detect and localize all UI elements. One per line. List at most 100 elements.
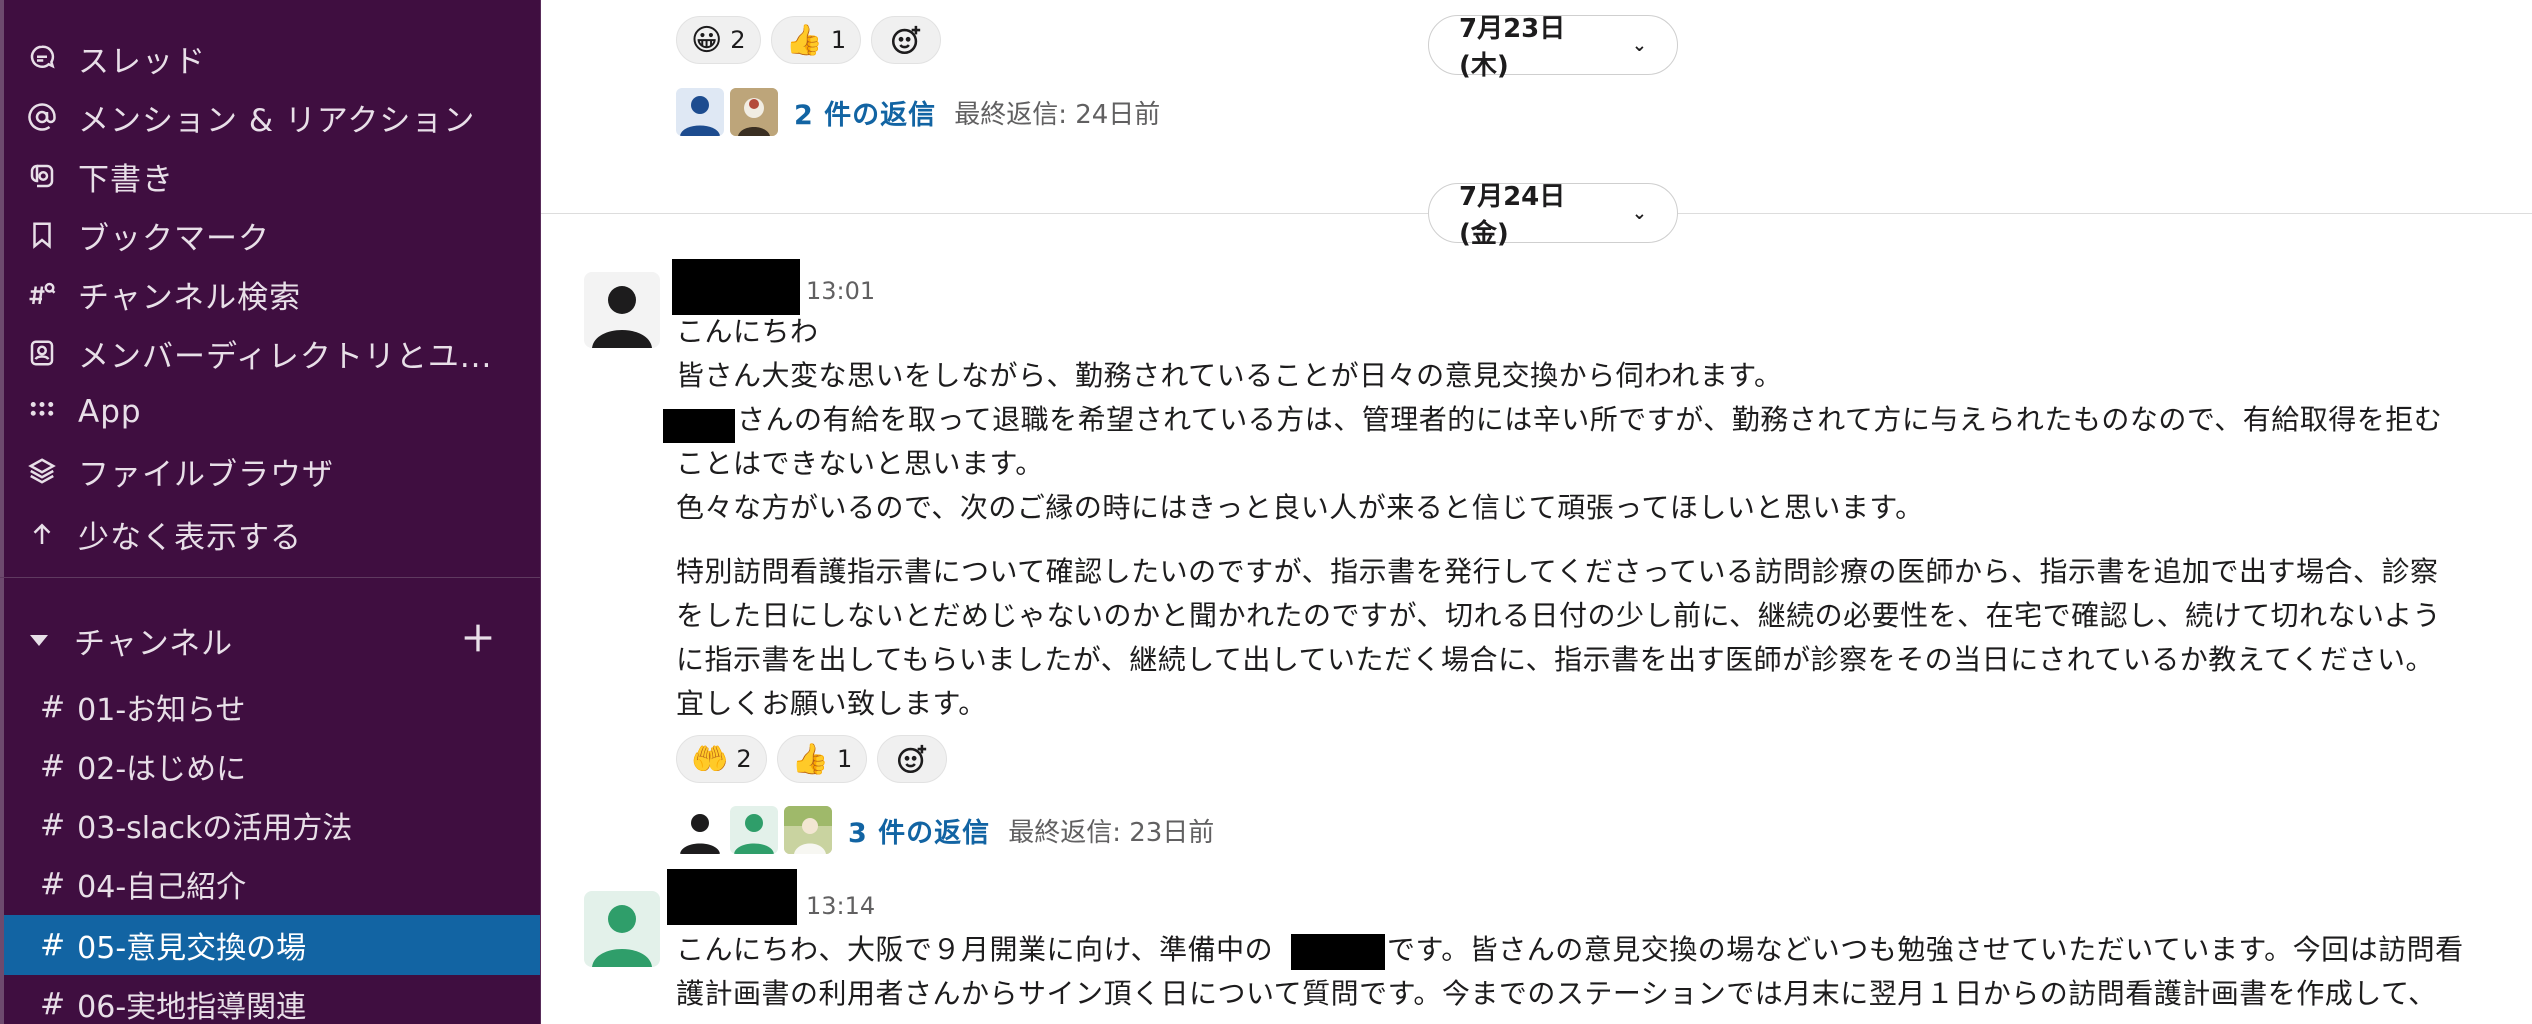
channel-item[interactable]: # 03-slackの活用方法	[4, 797, 540, 853]
nav-bookmarks-label: ブックマーク	[78, 220, 270, 257]
arrow-up-icon	[24, 516, 60, 552]
thumbs-up-emoji: 👍	[785, 22, 823, 58]
add-reaction-button[interactable]	[871, 16, 942, 64]
nav-mentions[interactable]: メンション & リアクション	[0, 91, 540, 143]
nav-bookmarks[interactable]: ブックマーク	[0, 209, 540, 261]
nav-drafts-label: 下書き	[78, 161, 174, 198]
at-icon	[24, 99, 60, 135]
thread-replies-bar[interactable]: 3 件の返信 最終返信: 23日前	[676, 802, 1214, 858]
thumbs-up-emoji: 👍	[791, 741, 829, 777]
message-pane: 😀 2 👍 1 7月23日 (木) ⌄ 2 件の返信 最終返信: 24日前 7月…	[541, 0, 2532, 1024]
message-timestamp[interactable]: 13:01	[806, 277, 875, 305]
last-reply-time: 最終返信: 24日前	[954, 99, 1161, 130]
chevron-down-icon: ⌄	[1631, 34, 1647, 56]
message-line: 特別訪問看護指示書について確認したいのですが、指示書を発行してくださっている訪問…	[676, 555, 2439, 588]
add-reaction-button[interactable]	[877, 735, 948, 783]
nav-mentions-label: メンション & リアクション	[78, 102, 476, 139]
add-channel-plus-icon[interactable]	[458, 618, 498, 658]
date-divider-button[interactable]: 7月23日 (木) ⌄	[1428, 14, 1678, 81]
hash-icon: #	[40, 748, 66, 784]
hash-icon: #	[40, 866, 66, 902]
channel-name: 06-実地指導関連	[77, 990, 307, 1024]
nav-member-directory-label: メンバーディレクトリとユ...	[78, 338, 493, 375]
nav-apps-label: App	[78, 394, 142, 430]
grinning-emoji: 😀	[691, 22, 723, 58]
message-line: 宜しくお願い致します。	[676, 687, 987, 720]
channel-name: 03-slackの活用方法	[77, 811, 353, 846]
chevron-down-icon: ⌄	[1631, 202, 1647, 224]
message-line: さんの有給を取って退職を希望されている方は、管理者的には辛い所ですが、勤務されて…	[737, 403, 2443, 436]
reaction-pill[interactable]: 👍 1	[776, 735, 868, 783]
message-line: 皆さん大変な思いをしながら、勤務されていることが日々の意見交換から伺われます。	[676, 359, 1783, 392]
channels-section-header[interactable]: チャンネル	[0, 612, 540, 668]
nav-member-directory[interactable]: メンバーディレクトリとユ...	[0, 327, 540, 379]
member-directory-icon	[24, 335, 60, 371]
layers-icon	[24, 453, 60, 489]
hash-icon: #	[40, 807, 66, 843]
date-divider-button[interactable]: 7月24日 (金) ⌄	[1428, 182, 1678, 249]
redacted-username	[667, 869, 797, 925]
reaction-count: 2	[730, 26, 746, 54]
redacted-name	[663, 409, 735, 443]
sidebar: スレッド メンション & リアクション 下書き ブックマーク チャンネル検索 メ…	[0, 0, 541, 1024]
channels-section-label: チャンネル	[74, 625, 234, 662]
channel-item[interactable]: # 04-自己紹介	[4, 856, 540, 912]
reply-count-link[interactable]: 3 件の返信	[848, 811, 990, 850]
reaction-count: 1	[837, 745, 853, 773]
reaction-bar: 🤲 2 👍 1	[676, 735, 948, 783]
avatar	[676, 88, 724, 136]
avatar-photo	[730, 88, 778, 136]
nav-file-browser-label: ファイルブラウザ	[78, 456, 334, 493]
redacted-username	[672, 259, 800, 315]
nav-threads[interactable]: スレッド	[0, 32, 540, 84]
user-avatar[interactable]	[584, 891, 660, 967]
message-line: です。皆さんの意見交換の場などいつも勉強させていただいています。今回は訪問看	[1387, 933, 2464, 966]
message-line: こんにちわ、大阪で９月開業に向け、準備中の	[676, 933, 1274, 966]
channel-search-icon	[24, 276, 60, 312]
message-line: をした日にしないとだめじゃないのかと聞かれたのですが、切れる日付の少し前に、継続…	[676, 599, 2442, 632]
nav-show-less[interactable]: 少なく表示する	[0, 508, 540, 560]
nav-drafts[interactable]: 下書き	[0, 150, 540, 202]
hash-icon: #	[40, 927, 66, 963]
threads-icon	[24, 40, 60, 76]
channel-item[interactable]: # 06-実地指導関連	[4, 976, 540, 1024]
nav-file-browser[interactable]: ファイルブラウザ	[0, 445, 540, 497]
message-line: 護計画書の利用者さんからサイン頂く日について質問です。今までのステーションでは月…	[676, 977, 2437, 1010]
add-emoji-icon	[898, 744, 927, 774]
nav-channel-search-label: チャンネル検索	[78, 279, 302, 316]
apps-grid-icon	[24, 394, 60, 430]
hash-icon: #	[40, 986, 66, 1022]
add-emoji-icon	[892, 25, 921, 55]
channel-item[interactable]: # 01-お知らせ	[4, 679, 540, 735]
hash-icon: #	[40, 689, 66, 725]
avatar	[730, 806, 778, 854]
nav-channel-search[interactable]: チャンネル検索	[0, 268, 540, 320]
reaction-bar: 😀 2 👍 1	[676, 16, 942, 64]
message-timestamp[interactable]: 13:14	[806, 892, 875, 920]
reaction-pill[interactable]: 🤲 2	[676, 735, 767, 783]
reaction-count: 1	[830, 26, 847, 54]
sidebar-divider	[0, 577, 540, 578]
nav-threads-label: スレッド	[78, 43, 206, 80]
nav-apps[interactable]: App	[0, 386, 540, 438]
channel-name: 05-意見交換の場	[77, 931, 307, 966]
reaction-pill[interactable]: 👍 1	[770, 16, 862, 64]
date-label: 7月24日 (金)	[1459, 182, 1566, 249]
reaction-pill[interactable]: 😀 2	[676, 16, 761, 64]
message-line: 色々な方がいるので、次のご縁の時にはきっと良い人が来ると信じて頑張ってほしいと思…	[676, 491, 1924, 524]
redacted-name	[1291, 934, 1385, 970]
reaction-count: 2	[736, 745, 752, 773]
channel-name: 02-はじめに	[77, 752, 247, 787]
bookmark-icon	[24, 217, 60, 253]
reply-count-link[interactable]: 2 件の返信	[794, 93, 936, 132]
caret-down-icon[interactable]	[30, 634, 48, 646]
user-avatar[interactable]	[584, 272, 660, 348]
thread-replies-bar[interactable]: 2 件の返信 最終返信: 24日前	[676, 84, 1160, 140]
drafts-icon	[24, 158, 60, 194]
channel-item-active[interactable]: # 05-意見交換の場	[4, 915, 540, 975]
channel-item[interactable]: # 02-はじめに	[4, 738, 540, 794]
message-line: こんにちわ	[676, 315, 819, 348]
avatar	[676, 806, 724, 854]
nav-show-less-label: 少なく表示する	[78, 519, 302, 556]
channel-name: 01-お知らせ	[77, 693, 246, 728]
